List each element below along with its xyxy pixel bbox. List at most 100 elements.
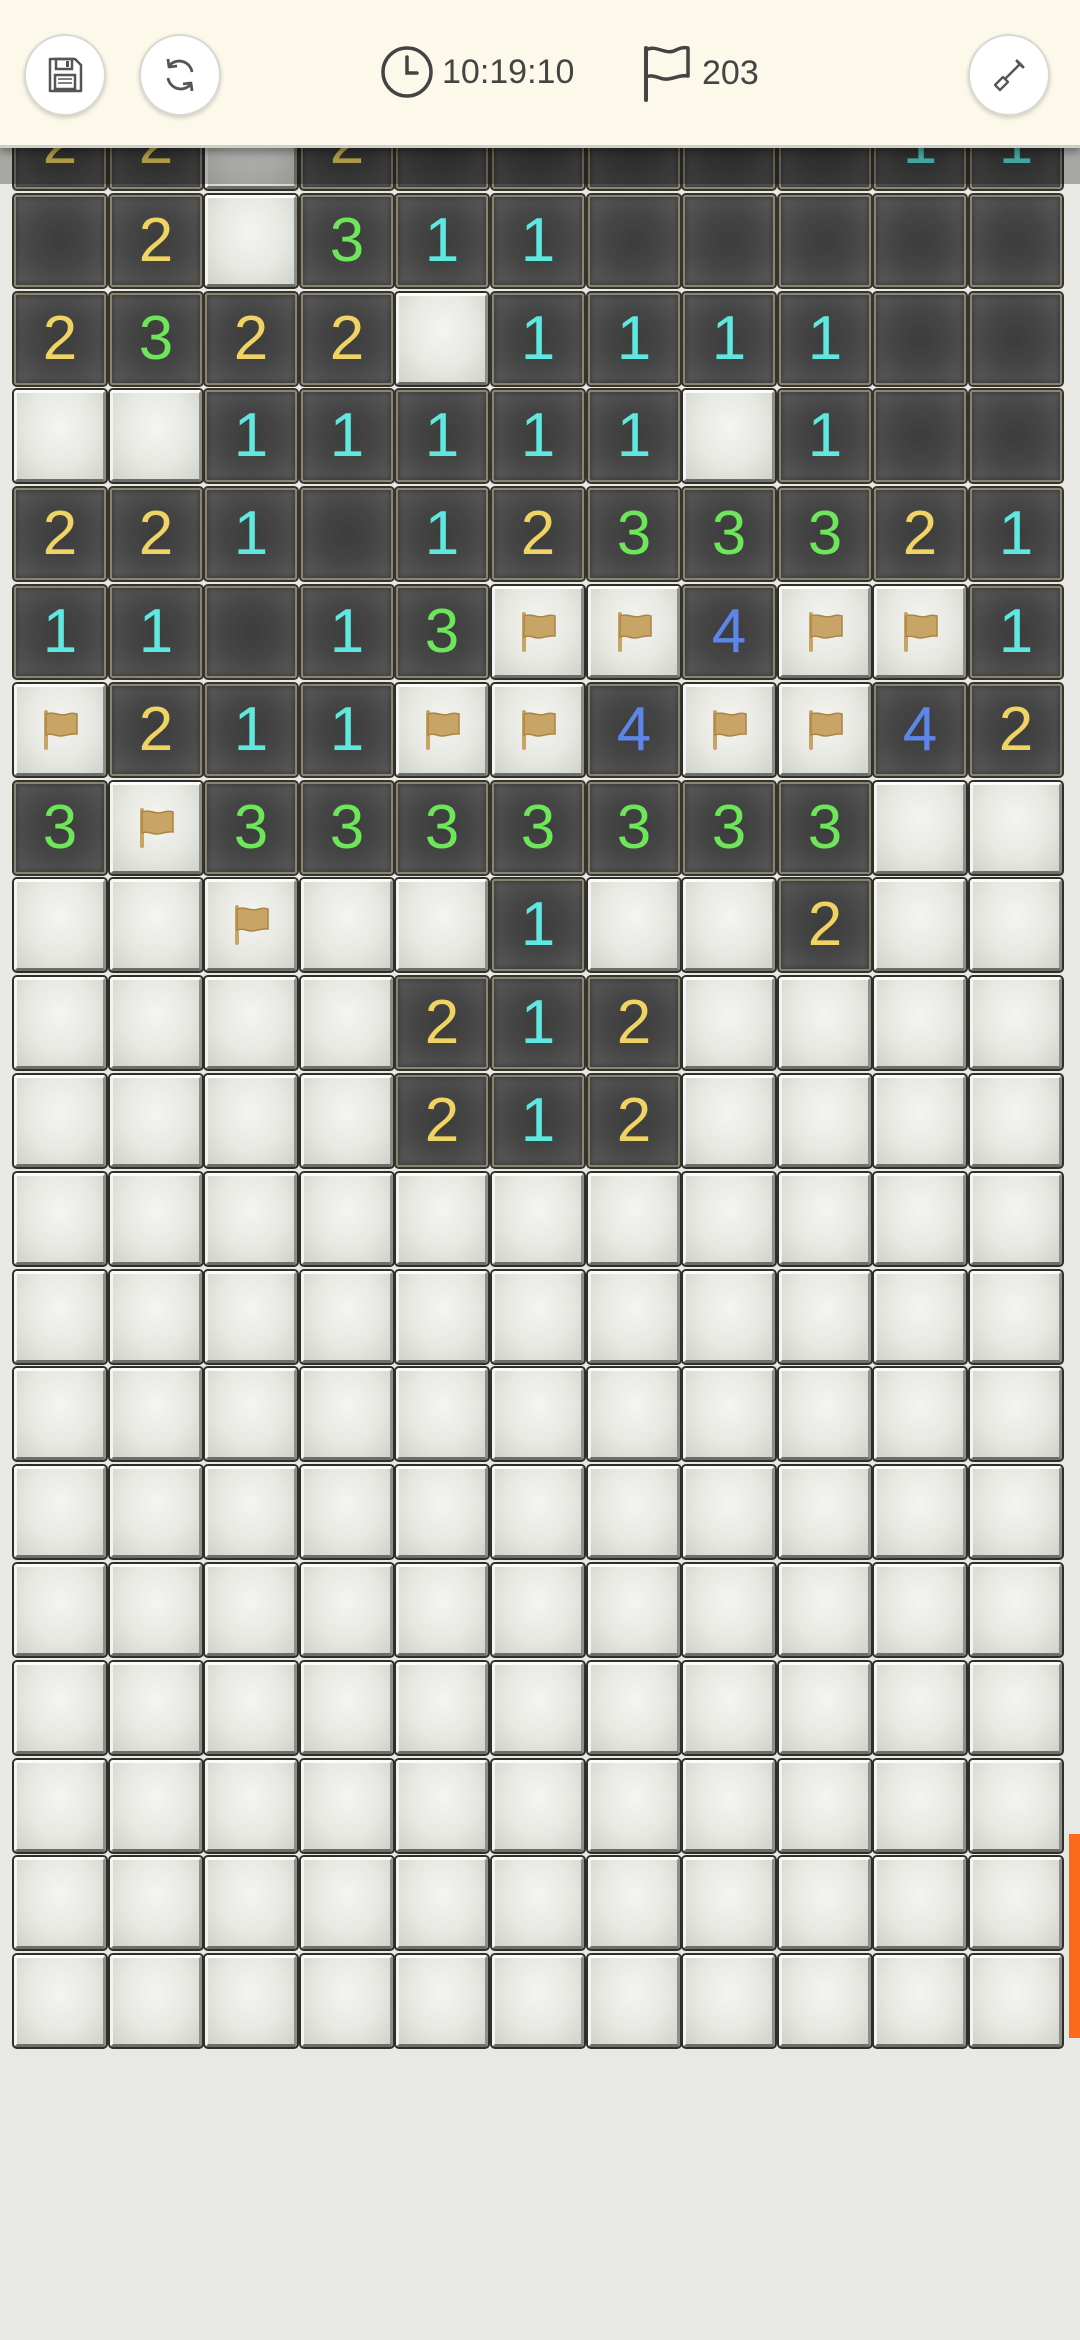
covered-cell[interactable] [874, 1173, 966, 1265]
covered-cell[interactable] [110, 879, 202, 971]
covered-cell[interactable] [301, 1271, 393, 1363]
covered-cell[interactable] [110, 1662, 202, 1754]
covered-cell[interactable] [683, 1760, 775, 1852]
empty-cell[interactable] [970, 293, 1062, 385]
scrollbar-thumb[interactable] [1069, 1834, 1080, 2038]
covered-cell[interactable] [970, 977, 1062, 1069]
flagged-cell[interactable] [110, 782, 202, 874]
covered-cell[interactable] [396, 1173, 488, 1265]
flagged-cell[interactable] [683, 684, 775, 776]
covered-cell[interactable] [110, 1271, 202, 1363]
covered-cell[interactable] [874, 1857, 966, 1949]
number-cell[interactable]: 3 [683, 782, 775, 874]
covered-cell[interactable] [683, 1075, 775, 1167]
covered-cell[interactable] [874, 1368, 966, 1460]
number-cell[interactable]: 1 [492, 195, 584, 287]
number-cell[interactable]: 2 [779, 879, 871, 971]
dig-mode-button[interactable] [968, 34, 1050, 116]
covered-cell[interactable] [779, 1857, 871, 1949]
covered-cell[interactable] [970, 1564, 1062, 1656]
number-cell[interactable]: 1 [205, 488, 297, 580]
covered-cell[interactable] [492, 1271, 584, 1363]
covered-cell[interactable] [396, 293, 488, 385]
covered-cell[interactable] [301, 1075, 393, 1167]
flagged-cell[interactable] [779, 684, 871, 776]
number-cell[interactable]: 1 [14, 586, 106, 678]
covered-cell[interactable] [779, 977, 871, 1069]
covered-cell[interactable] [683, 1564, 775, 1656]
number-cell[interactable]: 1 [396, 390, 488, 482]
number-cell[interactable]: 1 [970, 586, 1062, 678]
covered-cell[interactable] [396, 1955, 488, 2047]
empty-cell[interactable] [874, 195, 966, 287]
covered-cell[interactable] [970, 879, 1062, 971]
covered-cell[interactable] [492, 1760, 584, 1852]
covered-cell[interactable] [110, 1173, 202, 1265]
number-cell[interactable]: 3 [301, 782, 393, 874]
covered-cell[interactable] [588, 1955, 680, 2047]
number-cell[interactable]: 3 [110, 293, 202, 385]
number-cell[interactable]: 2 [110, 684, 202, 776]
covered-cell[interactable] [779, 1368, 871, 1460]
covered-cell[interactable] [588, 1857, 680, 1949]
empty-cell[interactable] [874, 293, 966, 385]
covered-cell[interactable] [110, 1760, 202, 1852]
covered-cell[interactable] [396, 879, 488, 971]
covered-cell[interactable] [588, 1466, 680, 1558]
covered-cell[interactable] [779, 1173, 871, 1265]
number-cell[interactable]: 3 [492, 782, 584, 874]
number-cell[interactable]: 1 [779, 293, 871, 385]
empty-cell[interactable] [14, 195, 106, 287]
covered-cell[interactable] [492, 1368, 584, 1460]
covered-cell[interactable] [874, 1662, 966, 1754]
covered-cell[interactable] [588, 879, 680, 971]
covered-cell[interactable] [14, 390, 106, 482]
covered-cell[interactable] [301, 1662, 393, 1754]
covered-cell[interactable] [970, 1760, 1062, 1852]
covered-cell[interactable] [301, 1564, 393, 1656]
covered-cell[interactable] [14, 1368, 106, 1460]
number-cell[interactable]: 2 [110, 195, 202, 287]
number-cell[interactable]: 4 [683, 586, 775, 678]
empty-cell[interactable] [301, 488, 393, 580]
covered-cell[interactable] [683, 977, 775, 1069]
covered-cell[interactable] [301, 1173, 393, 1265]
flagged-cell[interactable] [492, 586, 584, 678]
covered-cell[interactable] [396, 1368, 488, 1460]
number-cell[interactable]: 1 [779, 390, 871, 482]
covered-cell[interactable] [301, 977, 393, 1069]
covered-cell[interactable] [970, 782, 1062, 874]
number-cell[interactable]: 2 [874, 488, 966, 580]
restart-button[interactable] [139, 34, 221, 116]
covered-cell[interactable] [205, 1564, 297, 1656]
number-cell[interactable]: 1 [970, 488, 1062, 580]
covered-cell[interactable] [14, 1564, 106, 1656]
covered-cell[interactable] [970, 1271, 1062, 1363]
covered-cell[interactable] [874, 1271, 966, 1363]
empty-cell[interactable] [874, 390, 966, 482]
covered-cell[interactable] [970, 1075, 1062, 1167]
number-cell[interactable]: 2 [396, 977, 488, 1069]
covered-cell[interactable] [492, 1857, 584, 1949]
flagged-cell[interactable] [779, 586, 871, 678]
covered-cell[interactable] [14, 1173, 106, 1265]
empty-cell[interactable] [779, 195, 871, 287]
covered-cell[interactable] [970, 1662, 1062, 1754]
number-cell[interactable]: 1 [588, 390, 680, 482]
flagged-cell[interactable] [205, 879, 297, 971]
covered-cell[interactable] [14, 1662, 106, 1754]
covered-cell[interactable] [205, 1173, 297, 1265]
number-cell[interactable]: 3 [301, 195, 393, 287]
covered-cell[interactable] [205, 1857, 297, 1949]
flagged-cell[interactable] [492, 684, 584, 776]
save-button[interactable] [24, 34, 106, 116]
number-cell[interactable]: 1 [110, 586, 202, 678]
number-cell[interactable]: 4 [588, 684, 680, 776]
covered-cell[interactable] [970, 1955, 1062, 2047]
number-cell[interactable]: 1 [492, 293, 584, 385]
covered-cell[interactable] [492, 1955, 584, 2047]
number-cell[interactable]: 2 [588, 977, 680, 1069]
covered-cell[interactable] [301, 1466, 393, 1558]
empty-cell[interactable] [683, 195, 775, 287]
covered-cell[interactable] [588, 1564, 680, 1656]
